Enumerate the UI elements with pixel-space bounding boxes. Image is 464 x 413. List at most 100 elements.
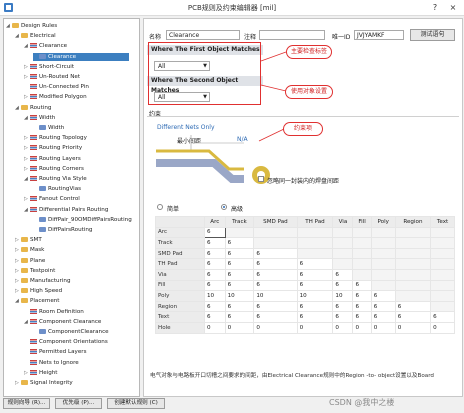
matrix-cell[interactable]: 10 (224, 290, 255, 302)
tree-item[interactable]: ▷ Un-Routed Net (24, 73, 80, 81)
tree-item[interactable]: ▷ Manufacturing (15, 277, 71, 285)
tree-item[interactable]: DiffPair_90OMDiffPairsRouting (33, 216, 132, 224)
tree-item[interactable]: Permitted Layers (24, 348, 87, 356)
tree-item[interactable]: Clearance (33, 52, 129, 61)
matrix-cell[interactable]: 6 (394, 300, 432, 313)
matrix-cell[interactable]: 6 (370, 311, 396, 323)
matrix-cell[interactable]: 6 (224, 247, 255, 260)
tree-item[interactable]: RoutingVias (33, 185, 81, 193)
matrix-cell[interactable]: 6 (224, 279, 255, 292)
tree-item[interactable]: Nets to Ignore (24, 359, 79, 367)
matrix-cell[interactable]: 0 (352, 321, 372, 334)
tree-item[interactable]: ▷ SMT (15, 236, 42, 244)
tree-item[interactable]: ◢ Routing (15, 104, 51, 112)
matrix-cell[interactable]: 0 (394, 321, 432, 334)
tree-item[interactable]: Un-Connected Pin (24, 83, 89, 91)
tree-item[interactable]: ▷ Routing Corners (24, 165, 84, 173)
tree-item[interactable]: ▷ Routing Topology (24, 134, 87, 142)
matrix-cell[interactable]: 6 (296, 311, 334, 323)
tree-item[interactable]: Component Orientations (24, 338, 108, 346)
tree-item[interactable]: ◢ Electrical (15, 32, 56, 40)
unique-id-field[interactable]: JVJYAMKF (354, 30, 404, 40)
tree-item[interactable]: ▷ Fanout Control (24, 195, 80, 203)
matrix-cell[interactable]: 6 (224, 300, 255, 313)
matrix-cell[interactable]: 6 (204, 247, 226, 260)
comment-field[interactable] (259, 30, 325, 40)
rule-wizard-button[interactable]: 规则向导 (R)... (3, 398, 50, 409)
matrix-cell[interactable]: 6 (204, 300, 226, 313)
matrix-cell[interactable]: 6 (253, 300, 298, 313)
tree-item[interactable]: ▷ Plane (15, 257, 45, 265)
advanced-mode-radio[interactable] (221, 204, 227, 210)
matrix-cell[interactable]: 6 (204, 258, 226, 270)
create-default-rules-button[interactable]: 创建默认规则 (C) (107, 398, 165, 409)
matrix-cell[interactable]: 6 (204, 311, 226, 323)
name-field[interactable]: Clearance (166, 30, 240, 40)
close-button[interactable]: × (446, 2, 460, 13)
matrix-cell[interactable]: 6 (253, 268, 298, 281)
matrix-cell[interactable]: 10 (332, 290, 354, 302)
matrix-cell[interactable]: 6 (296, 300, 334, 313)
tree-item[interactable]: ◢ Placement (15, 297, 60, 305)
matrix-cell[interactable]: 6 (296, 279, 334, 292)
matrix-cell[interactable]: 10 (296, 290, 334, 302)
tree-item[interactable]: DiffPairsRouting (33, 226, 92, 234)
matrix-cell[interactable]: 6 (296, 258, 334, 270)
matrix-cell[interactable]: 6 (352, 300, 372, 313)
simple-mode-radio[interactable] (157, 204, 163, 210)
matrix-cell[interactable]: 6 (332, 279, 354, 292)
matrix-cell[interactable]: 6 (224, 311, 255, 323)
matrix-cell[interactable]: 0 (224, 321, 255, 334)
matrix-cell[interactable]: 6 (204, 268, 226, 281)
matrix-cell[interactable]: 6 (224, 268, 255, 281)
tree-item[interactable]: ▷ Routing Layers (24, 155, 81, 163)
test-query-button[interactable]: 测试语句 (410, 29, 455, 41)
matrix-cell[interactable]: 6 (224, 237, 255, 249)
matrix-cell[interactable]: 6 (253, 258, 298, 270)
tree-item[interactable]: ▷ Routing Priority (24, 144, 82, 152)
matrix-cell[interactable]: 6 (370, 300, 396, 313)
matrix-cell[interactable]: 6 (332, 311, 354, 323)
matrix-cell[interactable]: 6 (332, 300, 354, 313)
tree-item[interactable]: ▷ Mask (15, 246, 44, 254)
tree-item[interactable]: ◢ Width (24, 114, 55, 122)
tree-item[interactable]: ComponentClearance (33, 328, 109, 336)
tree-item[interactable]: ◢ Component Clearance (24, 318, 101, 326)
matrix-cell[interactable]: 6 (224, 258, 255, 270)
ignore-pad-checkbox[interactable] (258, 176, 264, 182)
tree-item[interactable]: ◢ Routing Via Style (24, 175, 87, 183)
tree-item[interactable]: ▷ Short-Circuit (24, 63, 74, 71)
matrix-cell[interactable]: 6 (352, 279, 372, 292)
matrix-cell[interactable]: 6 (253, 279, 298, 292)
tree-item[interactable]: ▷ Testpoint (15, 267, 55, 275)
matrix-cell[interactable]: 6 (430, 311, 455, 323)
matrix-cell[interactable]: 6 (204, 237, 226, 249)
matrix-cell[interactable]: 0 (296, 321, 334, 334)
matrix-cell[interactable]: 6 (253, 311, 298, 323)
matrix-cell[interactable]: 0 (204, 321, 226, 334)
matrix-cell[interactable]: 6 (394, 311, 432, 323)
priority-button[interactable]: 优先级 (P)... (55, 398, 102, 409)
matrix-cell[interactable]: 6 (204, 279, 226, 292)
tree-item[interactable]: Width (33, 124, 64, 132)
tree-item[interactable]: ▷ Signal Integrity (15, 379, 73, 387)
matrix-cell[interactable]: 6 (253, 247, 298, 260)
tree-item[interactable]: ▷ Modified Polygon (24, 93, 87, 101)
matrix-cell[interactable]: 0 (332, 321, 354, 334)
matrix-cell[interactable]: 10 (253, 290, 298, 302)
rule-tree[interactable]: ◢ Design Rules ◢ Electrical ◢ Clearance Cleara… (3, 18, 140, 397)
matrix-cell[interactable]: 0 (370, 321, 396, 334)
tree-item[interactable]: ▷ High Speed (15, 287, 62, 295)
matrix-cell[interactable]: 6 (332, 268, 354, 281)
matrix-cell[interactable]: 6 (296, 268, 334, 281)
help-button[interactable]: ? (428, 2, 442, 13)
matrix-cell[interactable]: 6 (352, 311, 372, 323)
clearance-matrix[interactable]: Arc Track SMD Pad TH Pad Via Fill Poly Region Te… (155, 216, 455, 334)
tree-item[interactable]: ▷ Height (24, 369, 58, 377)
tree-item[interactable]: ◢ Clearance (24, 42, 67, 50)
tree-item[interactable]: ◢ Design Rules (6, 22, 57, 30)
matrix-cell[interactable]: 6 (204, 226, 226, 239)
matrix-cell[interactable]: 0 (430, 321, 455, 334)
tree-item[interactable]: ◢ Differential Pairs Routing (24, 206, 108, 214)
tree-item[interactable]: Room Definition (24, 308, 84, 316)
